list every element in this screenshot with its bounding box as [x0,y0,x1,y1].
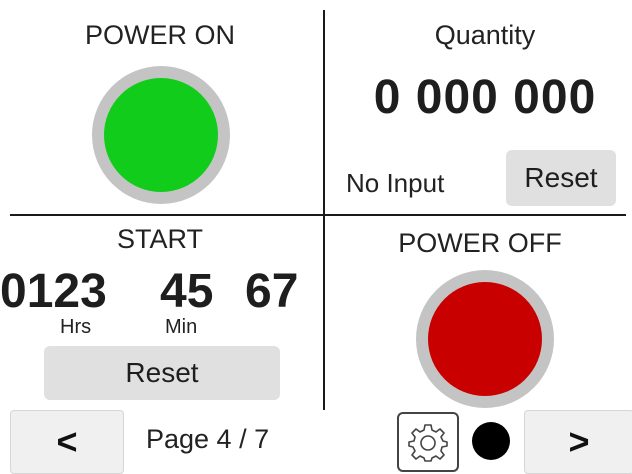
quantity-value: 0 000 000 [373,71,597,124]
power-off-indicator[interactable] [416,270,554,408]
chevron-right-icon: > [568,421,590,462]
vertical-divider [323,10,325,410]
horizontal-divider [10,214,626,216]
power-on-title: POWER ON [84,20,235,50]
timer-minutes: 45 [160,265,214,318]
settings-button[interactable] [397,412,459,472]
start-title: START [116,224,203,254]
gear-icon [408,424,448,462]
power-off-title: POWER OFF [398,228,562,258]
timer-hours: 0123 [0,265,107,318]
hmi-panel: POWER ON Quantity 0 000 000 No Input Res… [0,0,632,474]
input-status: No Input [346,168,445,198]
timer-reset-button[interactable]: Reset [44,346,280,400]
timer-seconds: 67 [245,265,299,318]
quantity-title: Quantity [434,20,536,50]
status-dot [472,422,510,460]
power-on-indicator [92,66,230,204]
power-on-lamp [104,78,218,192]
power-off-lamp [428,282,542,396]
quantity-reset-button[interactable]: Reset [506,150,616,206]
prev-page-button[interactable]: < [10,410,124,474]
chevron-left-icon: < [56,421,78,462]
hours-unit-label: Hrs [60,316,92,338]
next-page-button[interactable]: > [524,410,632,474]
page-indicator: Page 4 / 7 [146,424,270,454]
minutes-unit-label: Min [165,316,198,338]
